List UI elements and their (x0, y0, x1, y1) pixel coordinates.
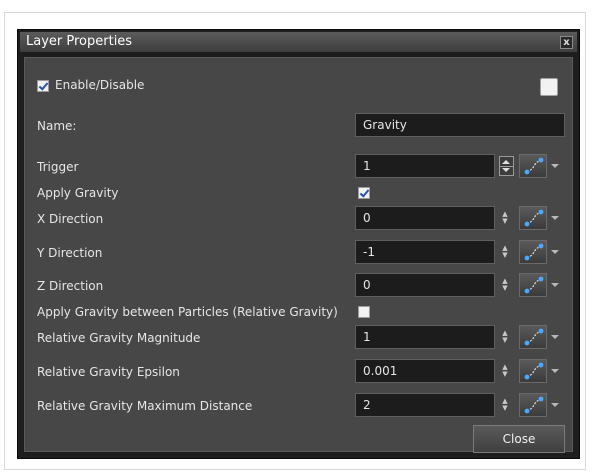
function-curve-button[interactable] (519, 240, 547, 264)
chevron-down-icon[interactable] (551, 164, 559, 168)
relative-gravity-magnitude-field[interactable]: 1 (355, 325, 495, 349)
function-curve-button[interactable] (519, 273, 547, 297)
function-curve-button[interactable] (519, 206, 547, 230)
chevron-down-icon[interactable] (551, 250, 559, 254)
relative-gravity-max-distance-field[interactable]: 2 (355, 393, 495, 417)
name-label: Name: (37, 119, 77, 133)
small-spinner-icon[interactable]: ▲ ▼ (501, 211, 509, 225)
function-curve-icon (524, 396, 544, 414)
row-label-x-direction: X Direction (37, 212, 104, 226)
layer-color-swatch[interactable] (540, 78, 558, 96)
name-field[interactable]: Gravity (355, 113, 565, 137)
relative-gravity-checkbox[interactable] (358, 306, 370, 318)
function-curve-button[interactable] (519, 359, 547, 383)
chevron-down-icon[interactable] (551, 335, 559, 339)
row-label-z-direction: Z Direction (37, 279, 104, 293)
row-label-apply-gravity: Apply Gravity (37, 186, 119, 200)
row-label-relative-gravity: Apply Gravity between Particles (Relativ… (37, 305, 338, 319)
function-curve-icon (524, 157, 544, 175)
dialog-content: Enable/Disable Name: Gravity Trigger 1 A… (24, 57, 573, 453)
enable-label: Enable/Disable (55, 78, 145, 92)
dialog-titlebar[interactable]: Layer Properties x (20, 32, 577, 52)
x-direction-field[interactable]: 0 (355, 206, 495, 230)
function-curve-icon (524, 328, 544, 346)
function-curve-icon (524, 209, 544, 227)
chevron-down-icon[interactable] (551, 403, 559, 407)
enable-checkbox[interactable] (37, 80, 49, 92)
function-curve-icon (524, 276, 544, 294)
y-direction-field[interactable]: -1 (355, 240, 495, 264)
function-curve-button[interactable] (519, 393, 547, 417)
small-spinner-icon[interactable]: ▲ ▼ (501, 245, 509, 259)
relative-gravity-epsilon-field[interactable]: 0.001 (355, 359, 495, 383)
row-label-relative-gravity-max-distance: Relative Gravity Maximum Distance (37, 399, 253, 413)
spinner-arrows-icon[interactable] (499, 156, 514, 176)
row-label-y-direction: Y Direction (37, 246, 103, 260)
chevron-down-icon[interactable] (551, 283, 559, 287)
row-label-relative-gravity-magnitude: Relative Gravity Magnitude (37, 331, 201, 345)
small-spinner-icon[interactable]: ▲ ▼ (501, 278, 509, 292)
small-spinner-icon[interactable]: ▲ ▼ (501, 398, 509, 412)
close-button[interactable]: Close (473, 425, 565, 453)
small-spinner-icon[interactable]: ▲ ▼ (501, 364, 509, 378)
apply-gravity-checkbox[interactable] (358, 187, 370, 199)
layer-properties-dialog: Layer Properties x Enable/Disable Name: … (17, 29, 580, 459)
z-direction-field[interactable]: 0 (355, 273, 495, 297)
row-label-relative-gravity-epsilon: Relative Gravity Epsilon (37, 365, 180, 379)
close-window-icon[interactable]: x (560, 36, 573, 49)
function-curve-icon (524, 362, 544, 380)
function-curve-button[interactable] (519, 154, 547, 178)
row-label-trigger: Trigger (37, 160, 79, 174)
small-spinner-icon[interactable]: ▲ ▼ (501, 330, 509, 344)
dialog-title: Layer Properties (26, 34, 133, 49)
chevron-down-icon[interactable] (551, 369, 559, 373)
chevron-down-icon[interactable] (551, 216, 559, 220)
trigger-field[interactable]: 1 (355, 154, 495, 178)
function-curve-icon (524, 243, 544, 261)
function-curve-button[interactable] (519, 325, 547, 349)
